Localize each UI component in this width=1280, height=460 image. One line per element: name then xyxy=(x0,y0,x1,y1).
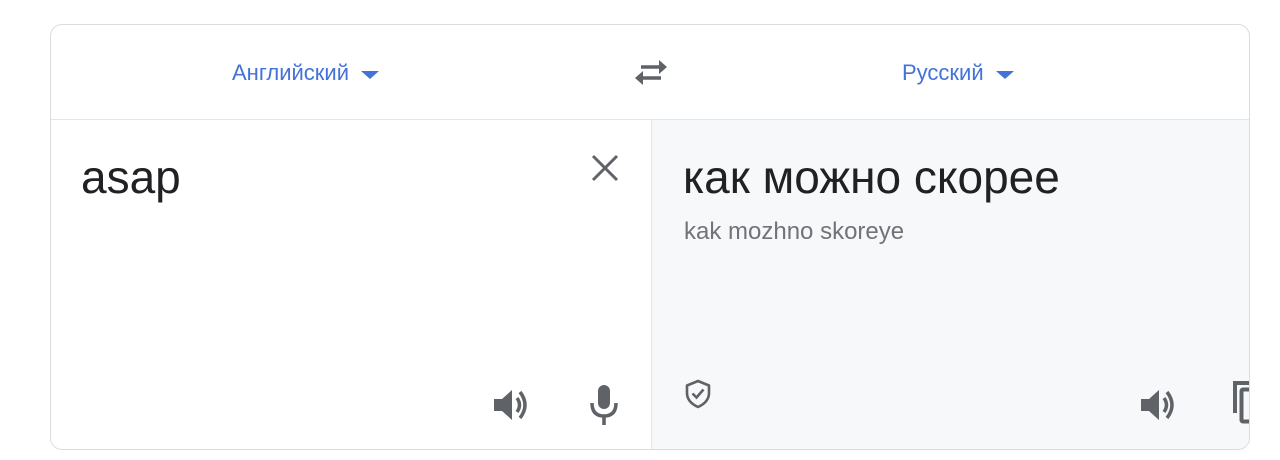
language-bar: Английский Русский xyxy=(51,25,1249,120)
transliteration-text: kak mozhno skoreye xyxy=(684,218,905,245)
listen-translation-button[interactable] xyxy=(1136,382,1182,428)
source-dropdown-caret-icon xyxy=(360,70,379,79)
translation-text: как можно скорее xyxy=(683,151,1060,203)
voice-input-button[interactable] xyxy=(581,380,627,430)
listen-source-button[interactable] xyxy=(489,382,535,428)
target-language-select[interactable]: Русский xyxy=(902,25,1014,120)
microphone-icon xyxy=(590,385,618,425)
speaker-icon xyxy=(1141,390,1174,420)
clear-source-button[interactable] xyxy=(587,150,623,186)
close-icon xyxy=(591,154,619,182)
target-dropdown-caret-icon xyxy=(995,70,1014,79)
source-language-select[interactable]: Английский xyxy=(232,25,379,120)
source-text-input[interactable]: asap xyxy=(81,148,181,206)
source-language-label: Английский xyxy=(232,59,349,85)
shield-check-icon xyxy=(685,379,711,409)
copy-translation-button[interactable] xyxy=(1228,376,1249,426)
swap-arrows-icon xyxy=(635,60,667,85)
copy-icon xyxy=(1233,381,1249,424)
verified-translation-badge[interactable] xyxy=(682,378,714,410)
source-pane: asap xyxy=(51,120,652,449)
translate-card: Английский Русский asap как можно скорее… xyxy=(50,24,1250,450)
target-pane: как можно скорее kak mozhno skoreye xyxy=(652,120,1249,449)
target-language-label: Русский xyxy=(902,59,984,85)
speaker-icon xyxy=(494,390,527,420)
swap-languages-button[interactable] xyxy=(629,53,673,93)
